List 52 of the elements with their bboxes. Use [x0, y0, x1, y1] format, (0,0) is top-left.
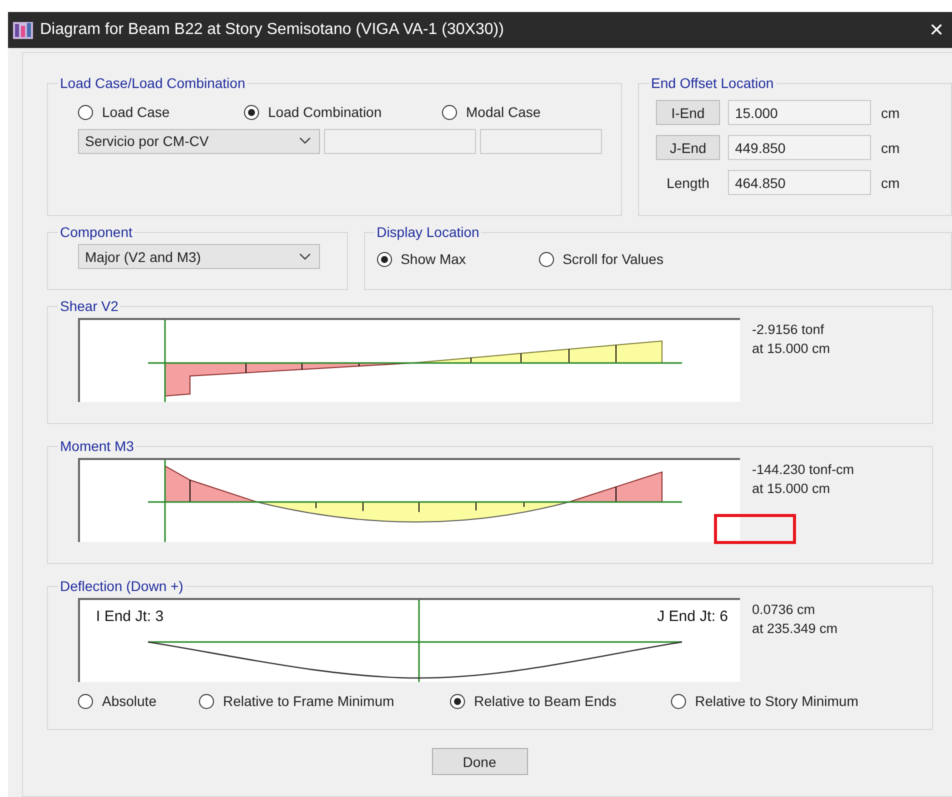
end-offset-button[interactable]: I-End [656, 100, 720, 125]
end-offset-button[interactable]: J-End [656, 135, 720, 160]
radio-option[interactable]: Show Max [376, 251, 539, 267]
group-title: End Offset Location [650, 75, 775, 91]
radio-button[interactable] [244, 104, 259, 120]
radio-option[interactable]: Relative to Beam Ends [450, 693, 671, 709]
group-title: Display Location [376, 224, 480, 240]
joint-label: J End Jt: 6 [657, 608, 728, 625]
radio-button[interactable] [538, 252, 554, 266]
group-title: Load Case/Load Combination [59, 75, 246, 91]
caret-icon [299, 137, 311, 145]
radio-option[interactable]: Load Combination [244, 104, 442, 120]
offset-field[interactable]: 464.850 [728, 170, 871, 195]
close-button[interactable]: ✕ [925, 19, 948, 41]
empty-field[interactable] [324, 128, 476, 154]
radio-option[interactable]: Modal Case [442, 104, 602, 120]
group-title: Deflection (Down +) [59, 578, 184, 594]
max-value: -144.230 tonf-cm [752, 462, 854, 477]
group-title: Shear V2 [59, 298, 120, 314]
max-value: 0.0736 cm [752, 602, 816, 617]
max-value: -2.9156 tonf [752, 322, 826, 337]
radio-button[interactable] [199, 694, 214, 708]
value-location: at 15.000 cm [752, 481, 832, 496]
unit-label: cm [880, 174, 900, 190]
radio-button[interactable] [671, 694, 686, 708]
radio-button[interactable] [450, 694, 465, 708]
done-button[interactable]: Done [432, 748, 528, 775]
app-icon [12, 20, 34, 40]
load-combination-dropdown[interactable]: Servicio por CM-CV [78, 128, 320, 154]
offset-field[interactable]: 449.850 [728, 135, 871, 160]
radio-button[interactable] [78, 104, 93, 120]
caret-icon [299, 252, 311, 260]
window-title: Diagram for Beam B22 at Story Semisotano (VIGA VA-1 (30X30)) [40, 21, 505, 39]
group-title: Moment M3 [59, 438, 135, 454]
offset-field[interactable]: 15.000 [728, 100, 871, 125]
value-location: at 15.000 cm [752, 341, 830, 356]
radio-option[interactable]: Load Case [78, 104, 244, 120]
radio-button[interactable] [442, 104, 457, 120]
group-title: Component [59, 224, 134, 240]
joint-label: I End Jt: 3 [96, 608, 164, 625]
radio-button[interactable] [376, 252, 392, 266]
radio-option[interactable]: Absolute [78, 693, 199, 709]
radio-option[interactable]: Relative to Story Minimum [671, 693, 891, 709]
component-dropdown[interactable]: Major (V2 and M3) [78, 244, 320, 269]
radio-option[interactable]: Relative to Frame Minimum [199, 693, 450, 709]
empty-field[interactable] [480, 128, 602, 154]
radio-button[interactable] [78, 694, 93, 708]
radio-option[interactable]: Scroll for Values [538, 251, 701, 267]
unit-label: cm [880, 104, 900, 120]
field-label: Length [666, 174, 710, 190]
value-location: at 235.349 cm [752, 621, 838, 636]
unit-label: cm [880, 140, 900, 156]
